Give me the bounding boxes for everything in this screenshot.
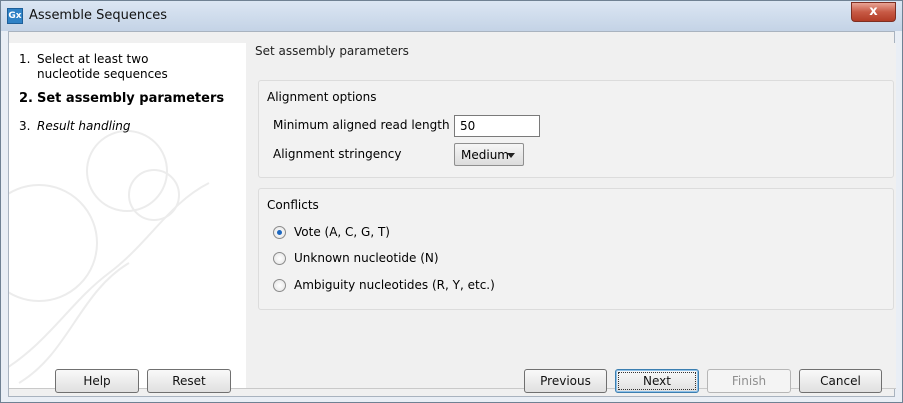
radio-button-icon[interactable]: [273, 252, 286, 265]
cancel-button[interactable]: Cancel: [799, 369, 882, 393]
step-number: 2.: [19, 91, 33, 106]
dropdown-value: Medium: [461, 148, 509, 162]
step-number: 1.: [19, 52, 31, 66]
radio-button-icon[interactable]: [273, 279, 286, 292]
alignment-stringency-dropdown[interactable]: Medium: [454, 143, 524, 166]
group-legend: Alignment options: [267, 90, 377, 104]
step-label-line-1: Select at least two: [37, 52, 149, 66]
min-read-length-input[interactable]: 50: [454, 115, 540, 137]
step-label-line-2: nucleotide sequences: [37, 67, 168, 81]
wizard-steps-panel: 1. Select at least two nucleotide sequence…: [9, 43, 247, 389]
page-title: Set assembly parameters: [255, 44, 409, 58]
radio-label: Unknown nucleotide (N): [294, 251, 439, 265]
help-button[interactable]: Help: [55, 369, 139, 393]
min-read-length-label: Minimum aligned read length: [273, 118, 450, 132]
conflicts-group: Conflicts Vote (A, C, G, T) Unknown nucl…: [258, 188, 894, 310]
step-label: Result handling: [37, 119, 131, 133]
dialog-client-area: 1. Select at least two nucleotide sequence…: [8, 31, 896, 397]
radio-label: Vote (A, C, G, T): [294, 225, 390, 239]
previous-button[interactable]: Previous: [524, 369, 607, 393]
group-legend: Conflicts: [267, 198, 319, 212]
step-3-result-handling: 3. Result handling: [19, 119, 131, 134]
dialog-window: Gx Assemble Sequences x 1. Select at leas…: [0, 0, 903, 403]
window-title: Assemble Sequences: [29, 8, 167, 23]
radio-button-icon[interactable]: [273, 226, 286, 239]
step-number: 3.: [19, 119, 31, 133]
step-label: Set assembly parameters: [37, 91, 225, 106]
step-1-select-sequences: 1. Select at least two nucleotide sequence…: [19, 52, 168, 82]
focus-ring: [618, 372, 696, 390]
parameters-panel: Set assembly parameters Alignment option…: [246, 43, 896, 389]
next-button[interactable]: Next: [615, 369, 699, 393]
reset-button[interactable]: Reset: [147, 369, 231, 393]
close-button[interactable]: x: [851, 2, 896, 22]
step-2-set-parameters: 2. Set assembly parameters: [19, 91, 224, 106]
title-bar[interactable]: Gx Assemble Sequences x: [1, 1, 902, 31]
app-icon: Gx: [7, 8, 23, 24]
radio-label: Ambiguity nucleotides (R, Y, etc.): [294, 278, 495, 292]
chevron-down-icon: [507, 153, 515, 158]
finish-button: Finish: [707, 369, 791, 393]
alignment-options-group: Alignment options Minimum aligned read l…: [258, 80, 894, 178]
alignment-stringency-label: Alignment stringency: [273, 147, 402, 161]
